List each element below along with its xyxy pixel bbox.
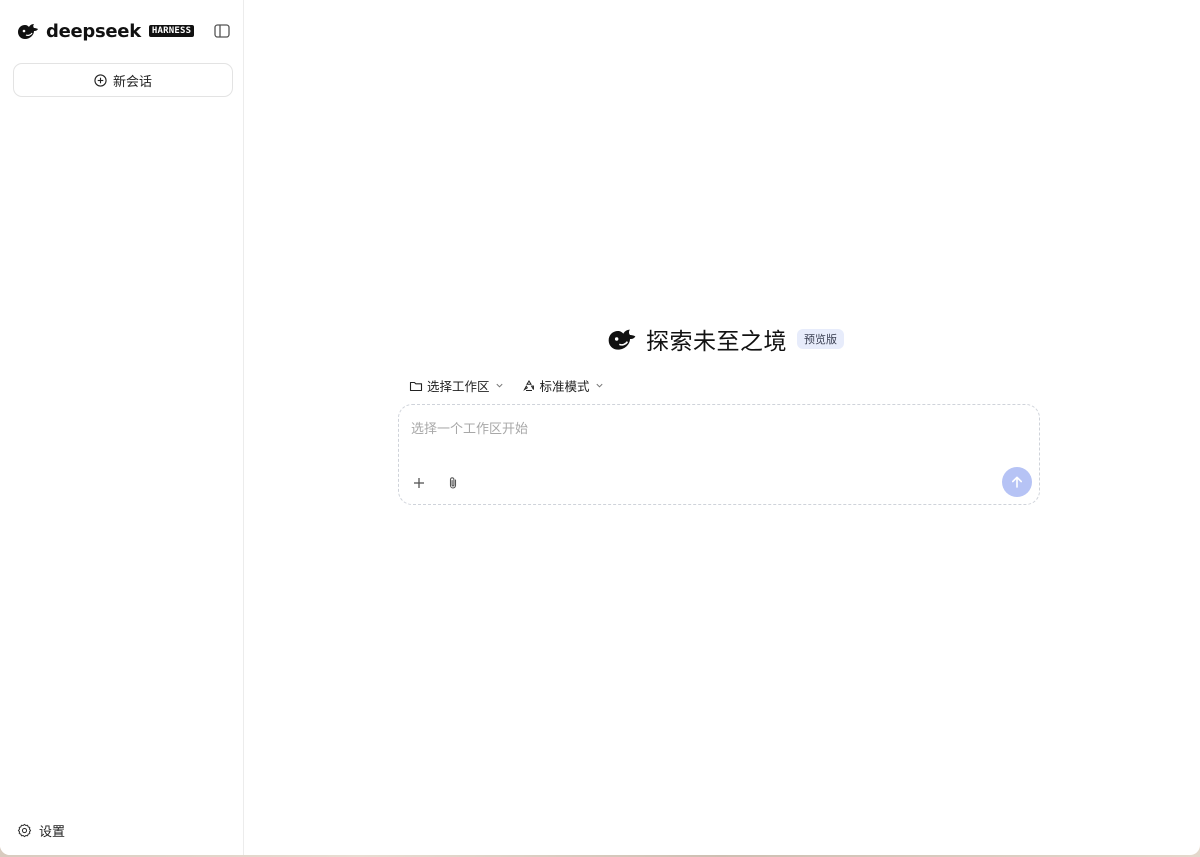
composer-toolbar: 选择工作区 标准模式: [409, 376, 604, 395]
plus-icon[interactable]: [411, 475, 427, 491]
whale-logo-icon: [608, 329, 636, 350]
gear-icon: [17, 823, 32, 837]
composer-placeholder: 选择一个工作区开始: [411, 422, 529, 437]
app-window: deepseek HARNESS 新会话 设置 探索未至之境 预览版 选择工作区…: [0, 0, 1200, 855]
whale-logo-icon: [18, 24, 38, 39]
new-chat-button[interactable]: 新会话: [13, 63, 233, 97]
workspace-selector[interactable]: 选择工作区: [409, 376, 504, 395]
chevron-down-icon: [495, 383, 503, 388]
plus-circle-icon: [94, 73, 107, 87]
sidebar-toggle-icon[interactable]: [213, 22, 231, 40]
brand-logo: deepseek HARNESS: [16, 19, 195, 43]
arrow-up-icon: [1012, 476, 1022, 488]
preview-badge: 预览版: [797, 329, 844, 349]
main-panel: 探索未至之境 预览版 选择工作区 标准模式 选择一个工作区开始: [244, 0, 1200, 855]
folder-icon: [409, 381, 423, 391]
message-composer[interactable]: 选择一个工作区开始: [398, 404, 1040, 505]
mode-label: 标准模式: [539, 379, 590, 394]
paperclip-icon[interactable]: [445, 475, 461, 491]
send-button[interactable]: [1002, 467, 1032, 497]
new-chat-label: 新会话: [112, 74, 152, 90]
brand-tag: HARNESS: [148, 25, 195, 37]
chevron-down-icon: [595, 383, 603, 388]
brand-wordmark: deepseek: [46, 20, 141, 42]
hero-title: 探索未至之境: [646, 329, 787, 355]
mode-selector[interactable]: 标准模式: [522, 376, 604, 395]
sidebar: deepseek HARNESS 新会话 设置: [0, 0, 244, 855]
settings-label: 设置: [39, 824, 66, 840]
recycle-icon: [522, 379, 534, 391]
settings-button[interactable]: 设置: [17, 819, 65, 841]
workspace-label: 选择工作区: [427, 379, 490, 394]
hero-heading: 探索未至之境 预览版: [606, 322, 844, 356]
